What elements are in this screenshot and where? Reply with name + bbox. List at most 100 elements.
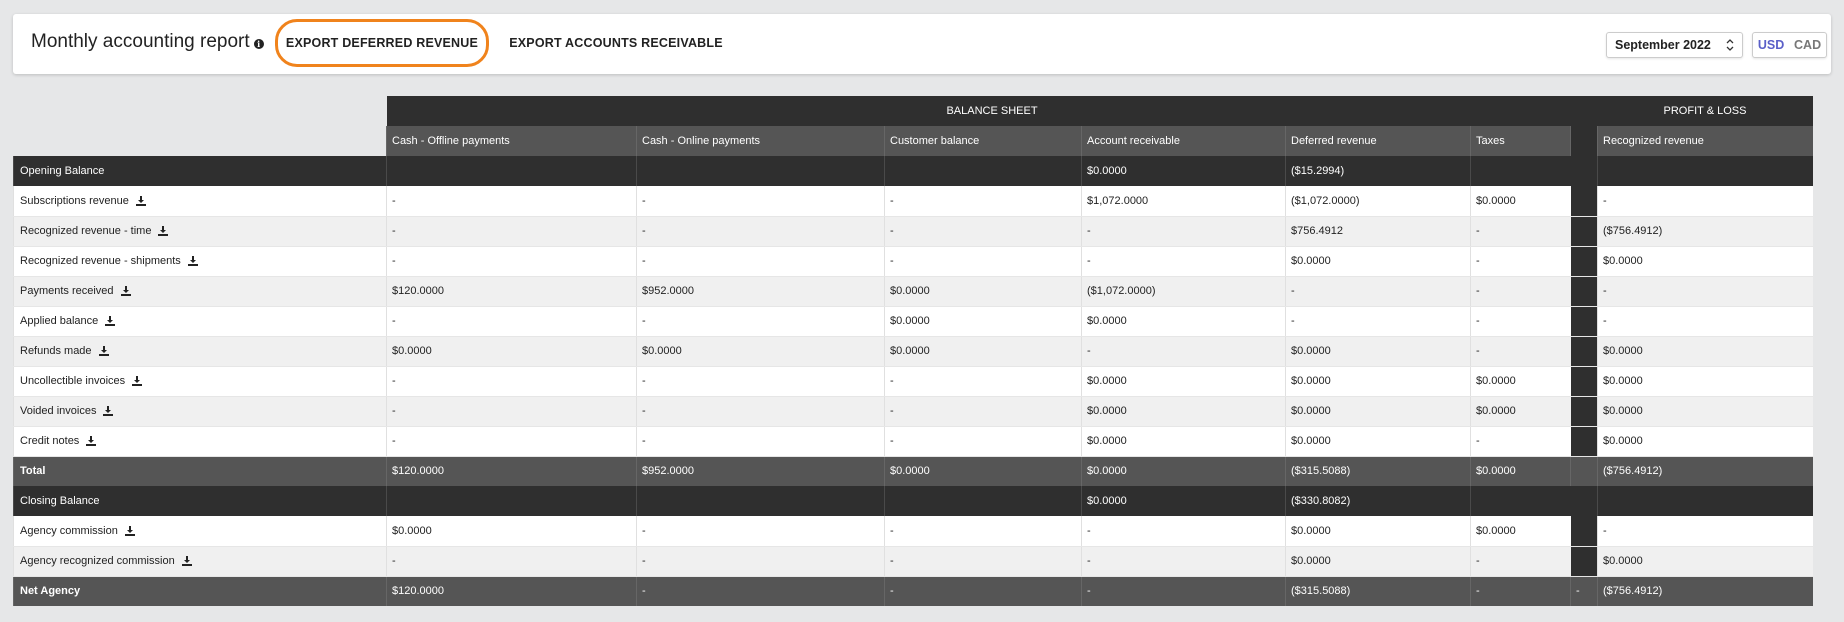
table-cell xyxy=(884,486,1082,516)
row-label-cell: Closing Balance xyxy=(13,486,387,516)
table-cell xyxy=(1470,486,1571,516)
download-icon[interactable] xyxy=(132,376,143,387)
row-label: Payments received xyxy=(20,285,114,297)
table-cell: - xyxy=(1081,576,1286,606)
row-label-cell: Total xyxy=(13,456,387,486)
accounting-report-table: BALANCE SHEET PROFIT & LOSS Cash - Offli… xyxy=(13,96,1813,606)
download-icon[interactable] xyxy=(158,226,169,237)
table-cell xyxy=(1597,156,1813,186)
table-cell: $0.0000 xyxy=(1081,156,1286,186)
table-cell: - xyxy=(386,186,637,217)
col-header-cash-offline: Cash - Offline payments xyxy=(386,126,637,156)
table-cell: $0.0000 xyxy=(1285,366,1471,397)
table-cell: $0.0000 xyxy=(1081,366,1286,397)
table-cell: - xyxy=(1081,546,1286,577)
currency-usd-option[interactable]: USD xyxy=(1758,38,1784,52)
table-cell: - xyxy=(1597,306,1813,337)
download-icon[interactable] xyxy=(135,195,146,206)
table-row: Opening Balance $0.0000 ($15.2994) xyxy=(13,156,1813,186)
table-cell: $1,072.0000 xyxy=(1081,186,1286,217)
table-cell: ($330.8082) xyxy=(1285,486,1471,516)
table-cell: $0.0000 xyxy=(386,516,637,547)
row-label-cell: Subscriptions revenue xyxy=(13,186,387,217)
download-icon[interactable] xyxy=(103,406,114,417)
month-select[interactable]: September 2022 xyxy=(1606,32,1743,58)
row-label: Closing Balance xyxy=(20,495,100,507)
table-cell: - xyxy=(884,246,1082,277)
table-cell: - xyxy=(636,546,885,577)
table-cell: $0.0000 xyxy=(1597,246,1813,277)
table-cell: $0.0000 xyxy=(1285,396,1471,427)
table-row: Refunds made $0.0000 $0.0000 $0.0000- $0.000… xyxy=(13,336,1813,367)
table-cell: - xyxy=(636,516,885,547)
row-label: Recognized revenue - time xyxy=(20,225,152,237)
export-deferred-revenue-button[interactable]: EXPORT DEFERRED REVENUE xyxy=(275,19,489,67)
table-cell: - xyxy=(884,576,1082,606)
table-cell: - xyxy=(1470,546,1571,577)
table-cell: - xyxy=(386,216,637,247)
table-cell: - xyxy=(1597,516,1813,547)
table-cell: $952.0000 xyxy=(636,276,885,307)
table-cell: - xyxy=(1470,306,1571,337)
table-cell: $0.0000 xyxy=(1470,366,1571,397)
table-cell: - xyxy=(1470,426,1571,457)
table-cell: - xyxy=(1470,216,1571,247)
table-cell: ($1,072.0000) xyxy=(1081,276,1286,307)
table-cell: - xyxy=(1081,246,1286,277)
table-cell xyxy=(1570,186,1598,217)
table-cell xyxy=(1570,336,1598,367)
currency-cad-option[interactable]: CAD xyxy=(1794,38,1821,52)
table-cell xyxy=(1570,486,1598,516)
row-label: Opening Balance xyxy=(20,165,105,177)
download-icon[interactable] xyxy=(187,256,198,267)
table-cell: $0.0000 xyxy=(1285,246,1471,277)
table-row: Credit notes - - - $0.0000 $0.0000- $0.0000 xyxy=(13,426,1813,457)
table-cell: $0.0000 xyxy=(1597,336,1813,367)
download-icon[interactable] xyxy=(105,316,116,327)
table-cell: - xyxy=(636,576,885,606)
table-cell xyxy=(386,156,637,186)
table-cell xyxy=(1570,366,1598,397)
table-cell: $0.0000 xyxy=(1285,336,1471,367)
table-cell: ($1,072.0000) xyxy=(1285,186,1471,217)
row-label: Uncollectible invoices xyxy=(20,375,126,387)
table-cell: ($315.5088) xyxy=(1285,576,1471,606)
table-cell: $0.0000 xyxy=(1285,426,1471,457)
table-cell: - xyxy=(1081,216,1286,247)
table-cell: ($756.4912) xyxy=(1597,216,1813,247)
col-header-deferred-revenue: Deferred revenue xyxy=(1285,126,1471,156)
table-cell: $756.4912 xyxy=(1285,216,1471,247)
table-cell: - xyxy=(884,366,1082,397)
download-icon[interactable] xyxy=(181,556,192,567)
table-cell: $120.0000 xyxy=(386,576,637,606)
table-cell xyxy=(1570,426,1598,457)
row-label-cell: Payments received xyxy=(13,276,387,307)
info-icon[interactable]: i xyxy=(253,38,264,49)
table-cell: ($756.4912) xyxy=(1597,576,1813,606)
table-cell xyxy=(1570,396,1598,427)
report-header-bar: Monthly accounting report i EXPORT DEFER… xyxy=(13,14,1831,74)
table-cell: $0.0000 xyxy=(1081,426,1286,457)
table-cell: - xyxy=(386,546,637,577)
download-icon[interactable] xyxy=(86,436,97,447)
table-cell: $0.0000 xyxy=(1081,486,1286,516)
row-label: Agency recognized commission xyxy=(20,555,175,567)
table-row: Recognized revenue - shipments - - - - $0.000… xyxy=(13,246,1813,277)
col-header-recognized-revenue: Recognized revenue xyxy=(1597,126,1813,156)
table-cell: - xyxy=(884,516,1082,547)
table-cell xyxy=(1570,516,1598,547)
table-cell: - xyxy=(636,246,885,277)
table-cell: $0.0000 xyxy=(1470,516,1571,547)
table-row: Agency commission $0.0000- - - $0.0000 $0.000… xyxy=(13,516,1813,547)
download-icon[interactable] xyxy=(124,525,135,536)
table-row: Recognized revenue - time - - - - $756.4912-(… xyxy=(13,216,1813,247)
download-icon[interactable] xyxy=(120,286,131,297)
export-accounts-receivable-button[interactable]: EXPORT ACCOUNTS RECEIVABLE xyxy=(505,19,727,67)
group-header-balance-sheet: BALANCE SHEET xyxy=(386,96,1598,126)
row-label-cell: Opening Balance xyxy=(13,156,387,186)
table-cell: - xyxy=(636,366,885,397)
table-cell: - xyxy=(884,546,1082,577)
table-row: Uncollectible invoices - - - $0.0000 $0.0000 $… xyxy=(13,366,1813,397)
download-icon[interactable] xyxy=(98,346,109,357)
table-row: Payments received $120.0000 $952.0000 $0.00… xyxy=(13,276,1813,307)
